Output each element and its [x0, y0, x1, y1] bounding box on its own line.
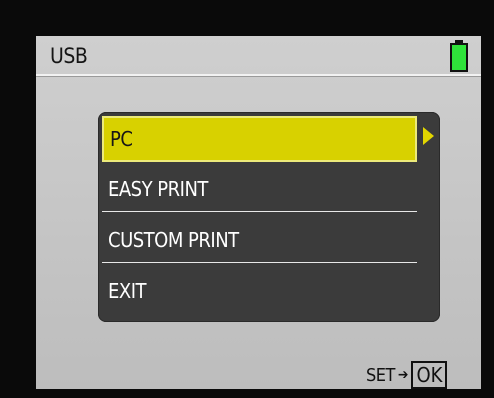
header-divider — [36, 74, 481, 76]
screen-title: USB — [50, 44, 88, 68]
battery-level — [450, 43, 468, 72]
ok-button-label: OK — [411, 361, 448, 389]
menu-item-custom-print[interactable]: CUSTOM PRINT — [102, 217, 417, 263]
menu-item-exit[interactable]: EXIT — [102, 268, 417, 314]
footer-hint: SET ➔ OK — [366, 360, 448, 389]
menu-item-easy-print[interactable]: EASY PRINT — [102, 166, 417, 212]
camera-lcd-screen: USB PC EASY PRINT CUSTOM PRINT EXIT SET … — [36, 36, 481, 389]
triangle-right-icon — [423, 127, 434, 145]
arrow-right-icon: ➔ — [397, 367, 409, 383]
set-label: SET — [366, 364, 395, 386]
battery-icon — [450, 40, 468, 72]
menu-item-pc[interactable]: PC — [102, 116, 417, 162]
usb-menu: PC EASY PRINT CUSTOM PRINT EXIT — [98, 112, 440, 322]
